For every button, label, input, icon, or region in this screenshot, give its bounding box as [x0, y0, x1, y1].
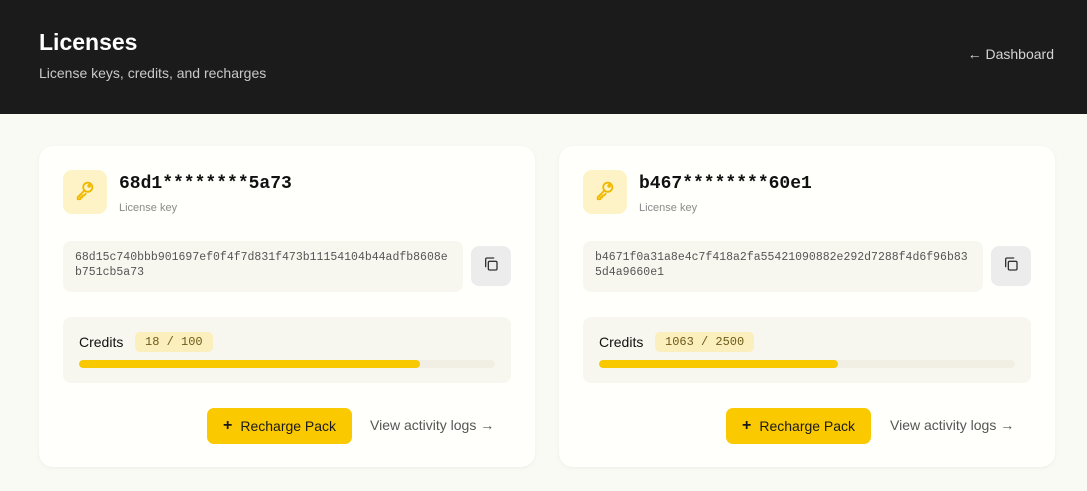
credits-progress-bar — [599, 360, 1015, 368]
view-activity-logs-link[interactable]: View activity logs → — [370, 417, 494, 433]
credits-progress-bar — [79, 360, 495, 368]
credits-label: Credits — [599, 334, 644, 350]
key-icon — [74, 179, 96, 206]
dashboard-link[interactable]: ← Dashboard — [968, 46, 1054, 62]
credits-badge: 1063 / 2500 — [655, 332, 755, 352]
credits-label: Credits — [79, 334, 124, 350]
recharge-pack-label: Recharge Pack — [240, 418, 337, 434]
key-icon-tile — [583, 170, 627, 214]
credits-progress-fill — [79, 360, 421, 368]
masked-license-key: 68d1********5a73 — [119, 174, 292, 194]
copy-key-button[interactable] — [471, 246, 511, 286]
license-key-label: License key — [639, 202, 698, 214]
credits-badge: 18 / 100 — [135, 332, 213, 352]
license-key-label: License key — [119, 202, 178, 214]
license-card: b467********60e1 License key b4671f0a31a… — [559, 146, 1055, 467]
view-activity-logs-link[interactable]: View activity logs → — [890, 417, 1014, 433]
copy-icon — [1003, 256, 1019, 277]
page-subtitle: License keys, credits, and recharges — [39, 65, 267, 81]
masked-license-key: b467********60e1 — [639, 174, 812, 194]
full-license-key: 68d15c740bbb901697ef0f4f7d831f473b111541… — [63, 241, 463, 292]
copy-key-button[interactable] — [991, 246, 1031, 286]
credits-panel: Credits 18 / 100 — [63, 317, 511, 383]
full-license-key: b4671f0a31a8e4c7f418a2fa55421090882e292d… — [583, 241, 983, 292]
credits-panel: Credits 1063 / 2500 — [583, 317, 1031, 383]
recharge-pack-label: Recharge Pack — [759, 418, 856, 434]
copy-icon — [483, 256, 499, 277]
recharge-pack-button[interactable]: + Recharge Pack — [726, 408, 872, 444]
page-header: Licenses License keys, credits, and rech… — [0, 0, 1087, 114]
recharge-pack-button[interactable]: + Recharge Pack — [207, 408, 353, 444]
plus-icon: + — [223, 417, 233, 434]
key-icon — [594, 179, 616, 206]
credits-progress-fill — [599, 360, 839, 368]
key-icon-tile — [63, 170, 107, 214]
license-card: 68d1********5a73 License key 68d15c740bb… — [39, 146, 535, 467]
plus-icon: + — [742, 417, 752, 434]
page-title: Licenses — [39, 29, 138, 55]
